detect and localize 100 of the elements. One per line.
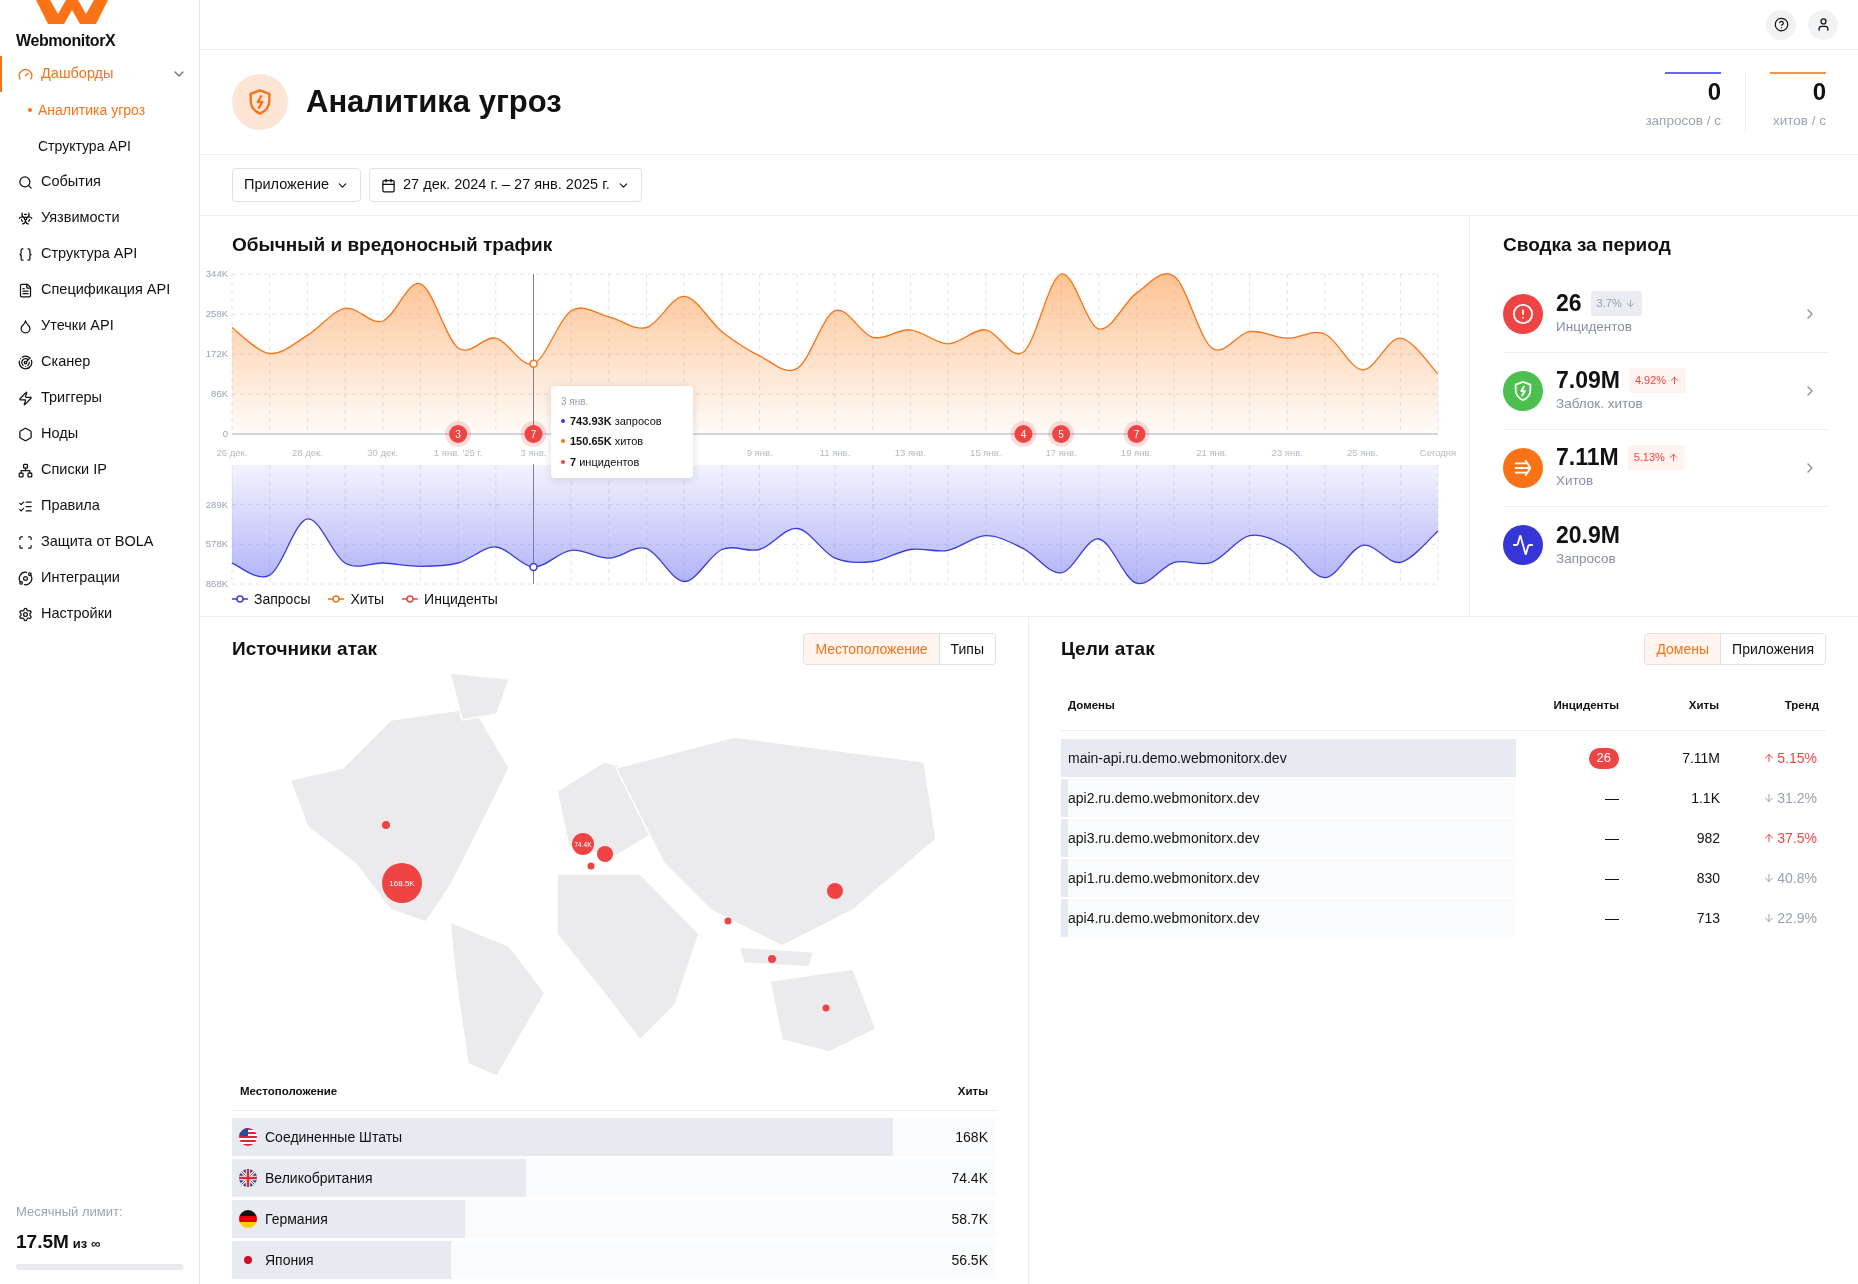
trend-value: 5.15% <box>1777 748 1817 768</box>
x-tick-label: 3 янв. <box>520 446 547 458</box>
arrow-down-icon <box>1763 792 1776 804</box>
domain-name: api3.ru.demo.webmonitorx.dev <box>1068 828 1260 848</box>
stat-label: запросов / с <box>1645 112 1721 131</box>
sidebar-item[interactable]: Структура API <box>0 236 199 272</box>
scan-icon <box>18 534 33 550</box>
x-tick-label: 11 янв. <box>819 446 851 458</box>
hits-value: 7.11M <box>1681 748 1721 768</box>
legend-label: Запросы <box>254 589 311 609</box>
sidebar-subitem[interactable]: Структура API <box>0 128 199 164</box>
stat-value: 0 <box>1812 80 1826 105</box>
arrow-up-icon <box>1763 832 1776 844</box>
stat-value: 0 <box>1707 80 1721 105</box>
sidebar-item[interactable]: События <box>0 164 199 200</box>
tooltip-title: 3 янв. <box>561 394 590 409</box>
incidents-count: — <box>1605 828 1619 848</box>
y-tick-label: 578K <box>205 537 228 549</box>
incident-marker[interactable]: 5 <box>1048 420 1075 447</box>
sidebar-item[interactable]: Триггеры <box>0 380 199 416</box>
page-title: Аналитика угроз <box>306 82 562 121</box>
column-header: Тренд <box>1783 697 1819 713</box>
logo-icon <box>36 0 108 24</box>
map-bubble[interactable]: 168.5K <box>382 863 422 903</box>
user-icon <box>1815 17 1831 32</box>
summary-value: 7.11M <box>1556 443 1619 472</box>
summary-label: Заблок. хитов <box>1556 395 1644 414</box>
x-tick-label: 28 дек. <box>291 446 323 458</box>
column-header: Хиты <box>1687 697 1719 713</box>
change-value: 4.92% <box>1634 373 1667 389</box>
map-dot[interactable] <box>724 917 732 925</box>
summary-label: Запросов <box>1556 549 1617 568</box>
summary-value: 20.9M <box>1556 520 1620 549</box>
hits-value: 982 <box>1695 828 1721 848</box>
incident-marker[interactable]: 3 <box>445 420 472 447</box>
map-dot[interactable] <box>597 846 613 862</box>
network-icon <box>18 462 33 478</box>
incident-marker[interactable]: 4 <box>1010 420 1037 447</box>
tooltip-line: 7 инцидентов <box>570 454 640 470</box>
sidebar-item[interactable]: Сканер <box>0 344 199 380</box>
x-tick-label: 9 янв. <box>746 446 773 458</box>
braces-icon <box>18 246 33 262</box>
domain-name: api4.ru.demo.webmonitorx.dev <box>1068 908 1260 928</box>
trend-value: 31.2% <box>1777 788 1817 808</box>
sidebar-item[interactable]: Списки IP <box>0 452 199 488</box>
column-header: Местоположение <box>240 1083 338 1099</box>
sidebar-item[interactable]: Правила <box>0 488 199 524</box>
trend-value: 40.8% <box>1777 868 1817 888</box>
map-dot[interactable] <box>382 821 390 829</box>
hover-point <box>529 359 538 368</box>
incident-marker[interactable]: 7 <box>520 420 547 447</box>
x-tick-label: Сегодня <box>1419 446 1457 458</box>
segment-tab[interactable]: Приложения <box>1720 634 1825 664</box>
summary-value: 7.09M <box>1556 366 1620 395</box>
help-button[interactable] <box>1766 9 1796 40</box>
x-tick-label: 23 янв. <box>1271 446 1303 458</box>
section-title: Источники атак <box>232 636 377 661</box>
hits-value: 713 <box>1695 908 1721 928</box>
section-title: Сводка за период <box>1503 233 1672 257</box>
checklist-icon <box>18 498 33 514</box>
hits-value: 74.4K <box>951 1168 989 1188</box>
y-tick-label: 172K <box>205 347 228 359</box>
sidebar-item[interactable]: Защита от BOLA <box>0 524 199 560</box>
sidebar-item[interactable]: Ноды <box>0 416 199 452</box>
x-tick-label: 17 янв. <box>1045 446 1077 458</box>
user-button[interactable] <box>1808 9 1838 40</box>
incidents-count: — <box>1605 788 1619 808</box>
map-dot[interactable] <box>768 955 776 963</box>
lightning-icon <box>18 390 33 406</box>
legend-label: Хиты <box>350 589 385 609</box>
limit-suffix: из ∞ <box>72 1234 101 1253</box>
arrow-up-icon <box>1667 451 1679 463</box>
app-select[interactable]: Приложение <box>232 168 362 202</box>
gauge-icon <box>18 66 33 82</box>
incident-marker[interactable]: 7 <box>1123 420 1150 447</box>
segment-tab[interactable]: Типы <box>938 634 995 664</box>
sidebar-item[interactable]: Спецификация API <box>0 272 199 308</box>
summary-label: Инцидентов <box>1556 318 1633 337</box>
x-tick-label: 19 янв. <box>1120 446 1153 458</box>
map-dot[interactable] <box>827 883 843 899</box>
incidents-count: — <box>1605 908 1619 928</box>
country-name: Германия <box>265 1209 328 1229</box>
hits-value: 58.7K <box>951 1209 989 1229</box>
change-value: 3.7% <box>1596 296 1622 312</box>
sidebar-item[interactable]: Уязвимости <box>0 200 199 236</box>
sidebar-item[interactable]: Настройки <box>0 596 199 632</box>
help-icon <box>1773 17 1789 32</box>
alert-icon <box>1512 302 1534 325</box>
country-name: Япония <box>265 1250 314 1270</box>
map-dot[interactable] <box>587 862 595 870</box>
calendar-icon <box>381 177 397 193</box>
biohazard-icon <box>18 210 33 226</box>
y-tick-label: 289K <box>205 498 228 510</box>
country-name: Соединенные Штаты <box>265 1127 403 1147</box>
map-dot[interactable] <box>822 1004 830 1012</box>
hits-value: 1.1K <box>1690 788 1721 808</box>
date-range-select[interactable]: 27 дек. 2024 г. – 27 янв. 2025 г. <box>369 168 642 202</box>
document-icon <box>18 282 33 298</box>
sidebar-item[interactable]: Интеграции <box>0 560 199 596</box>
sidebar-item[interactable]: Утечки API <box>0 308 199 344</box>
